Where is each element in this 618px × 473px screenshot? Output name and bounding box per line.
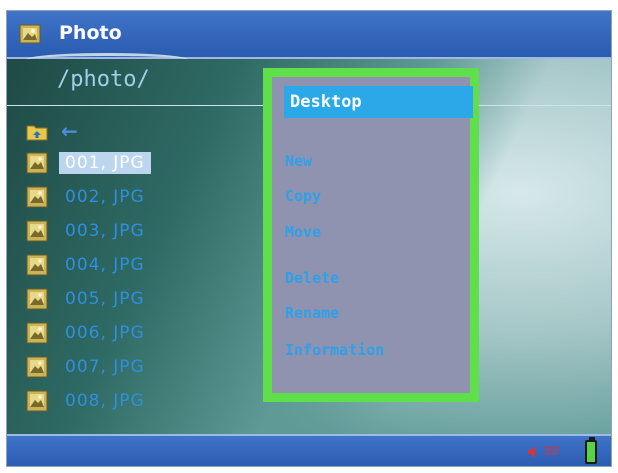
current-path: /photo/ — [57, 67, 150, 92]
file-row[interactable]: 006, JPG — [25, 317, 151, 349]
background-logo — [27, 53, 187, 66]
menu-header[interactable]: Desktop — [284, 86, 473, 118]
folder-up-icon — [26, 125, 48, 141]
file-name: 003, JPG — [65, 221, 145, 241]
file-name: 007, JPG — [65, 357, 145, 377]
device-screen: Photo /photo/ ← 001, JPG 002, JPG 003, JPG… — [6, 10, 612, 467]
jpg-file-icon — [26, 288, 48, 310]
file-name: 002, JPG — [65, 187, 145, 207]
menu-item-copy[interactable]: Copy — [285, 187, 321, 205]
jpg-file-icon — [26, 186, 48, 208]
file-name: 005, JPG — [65, 289, 145, 309]
jpg-file-icon — [26, 220, 48, 242]
file-row[interactable]: 002, JPG — [25, 181, 151, 213]
context-menu: Desktop New Copy Move Delete Rename Info… — [263, 68, 479, 402]
file-name: 001, JPG — [59, 152, 151, 174]
file-name: 008, JPG — [65, 391, 145, 411]
file-name: 006, JPG — [65, 323, 145, 343]
folder-up-row[interactable]: ← — [25, 115, 78, 147]
photo-app-icon — [19, 24, 41, 44]
title-bar: Photo — [7, 11, 611, 59]
menu-item-rename[interactable]: Rename — [285, 304, 339, 322]
file-row[interactable]: 003, JPG — [25, 215, 151, 247]
jpg-file-icon — [26, 254, 48, 276]
file-row[interactable]: 001, JPG — [25, 147, 151, 179]
menu-item-delete[interactable]: Delete — [285, 269, 339, 287]
menu-item-information[interactable]: Information — [285, 341, 384, 359]
volume-level: 30 — [543, 444, 559, 458]
back-arrow-icon: ← — [61, 119, 78, 143]
file-name: 004, JPG — [65, 255, 145, 275]
menu-item-new[interactable]: New — [285, 152, 312, 170]
battery-icon — [585, 440, 597, 464]
speaker-icon — [528, 446, 535, 458]
menu-item-move[interactable]: Move — [285, 223, 321, 241]
jpg-file-icon — [26, 152, 48, 174]
app-title: Photo — [59, 22, 122, 44]
file-row[interactable]: 005, JPG — [25, 283, 151, 315]
jpg-file-icon — [26, 356, 48, 378]
status-bar: 30 — [7, 434, 611, 466]
file-row[interactable]: 004, JPG — [25, 249, 151, 281]
file-row[interactable]: 007, JPG — [25, 351, 151, 383]
jpg-file-icon — [26, 390, 48, 412]
jpg-file-icon — [26, 322, 48, 344]
file-row[interactable]: 008, JPG — [25, 385, 151, 417]
